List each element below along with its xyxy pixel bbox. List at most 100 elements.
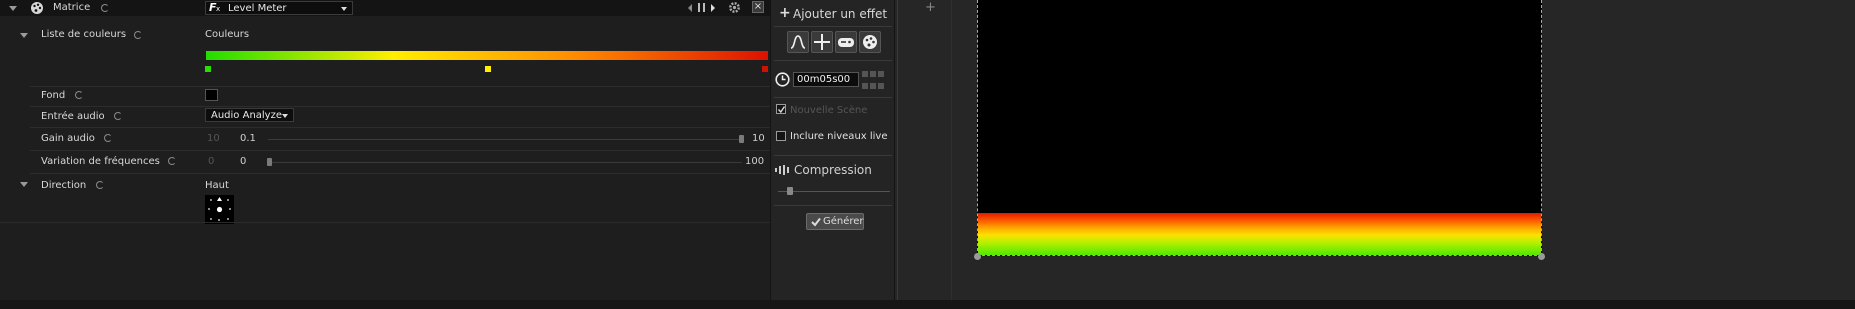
add-effect-button[interactable]: Ajouter un effet [793, 7, 887, 21]
prev-icon[interactable] [688, 4, 692, 12]
level-meter-bars [978, 213, 1541, 255]
gain-label: Gain audio [41, 133, 95, 144]
compression-label: Compression [794, 163, 872, 177]
reset-icon[interactable] [168, 157, 176, 165]
frequency-value[interactable]: 0 [240, 156, 246, 167]
colors-value-label: Couleurs [205, 29, 250, 40]
section-divider [774, 60, 892, 61]
collapse-direction-icon[interactable] [20, 182, 28, 187]
ruler-divider [951, 0, 952, 300]
new-scene-checkbox[interactable] [776, 104, 786, 114]
close-icon[interactable]: × [752, 1, 764, 13]
reset-icon[interactable] [101, 4, 109, 12]
effect-type-select[interactable]: Level Meter [205, 1, 353, 15]
direction-label: Direction [41, 180, 87, 191]
row-divider [30, 127, 770, 128]
resize-handle[interactable] [1538, 253, 1545, 260]
generate-label: Générer [823, 216, 864, 227]
gain-slider-knob[interactable] [739, 135, 744, 143]
direction-value: Haut [205, 180, 229, 191]
section-divider [774, 97, 892, 98]
color-gradient-bar[interactable] [206, 51, 768, 60]
gear-icon[interactable] [728, 1, 741, 14]
generate-button[interactable]: Générer [806, 213, 864, 230]
new-scene-label: Nouvelle Scène [790, 105, 868, 116]
checkmark-icon [811, 217, 821, 227]
effect-properties-panel: Matrice Level Meter F x × Liste de coule… [0, 0, 770, 300]
time-down-icon[interactable] [870, 83, 876, 89]
panel-border [770, 0, 771, 300]
checkmark-icon [777, 106, 786, 114]
play-icon[interactable] [711, 4, 715, 12]
section-divider [774, 205, 892, 206]
reset-icon[interactable] [75, 91, 83, 99]
time-down-icon[interactable] [862, 83, 868, 89]
include-live-label: Inclure niveaux live [790, 131, 888, 142]
duration-input[interactable]: 00m05s00 [793, 72, 859, 87]
collapse-colors-icon[interactable] [20, 33, 28, 38]
compression-icon [775, 165, 789, 175]
time-up-icon[interactable] [870, 71, 876, 77]
panel-divider [0, 222, 770, 223]
collapse-header-icon[interactable] [9, 6, 17, 11]
row-divider [30, 173, 770, 174]
audio-input-select[interactable]: Audio Analyze [205, 108, 294, 122]
preview-area: + [895, 0, 1855, 300]
reset-icon[interactable] [134, 31, 142, 39]
plus-icon[interactable]: + [779, 5, 791, 21]
panel-border [897, 0, 898, 300]
direction-picker[interactable] [205, 195, 234, 224]
gradient-stop-green[interactable] [205, 66, 211, 72]
effect-header: Matrice Level Meter F x × [0, 0, 770, 16]
wave-icon [790, 35, 806, 49]
fond-label: Fond [41, 90, 66, 101]
pause-icon-bar [703, 3, 705, 12]
effect-tools-panel: + Ajouter un effet 00m05s00 Nouvelle Scè… [770, 0, 895, 300]
row-divider [30, 106, 770, 107]
gain-value[interactable]: 0.1 [240, 133, 256, 144]
effect-type-value: Level Meter [228, 3, 287, 14]
compression-slider-knob[interactable] [787, 187, 793, 195]
gradient-stop-red[interactable] [762, 66, 768, 72]
resize-handle[interactable] [974, 253, 981, 260]
palette-icon [863, 35, 877, 49]
compression-slider-track[interactable] [778, 191, 890, 192]
gain-slider-track[interactable] [268, 139, 743, 140]
wave-effect-button[interactable] [787, 31, 809, 53]
effect-title: Matrice [53, 2, 91, 13]
row-divider [30, 86, 770, 87]
time-up-icon[interactable] [878, 71, 884, 77]
gamepad-icon [838, 38, 854, 47]
game-effect-button[interactable] [835, 31, 857, 53]
move-effect-button[interactable] [811, 31, 833, 53]
gradient-stop-yellow[interactable] [485, 66, 491, 72]
audio-input-label: Entrée audio [41, 111, 105, 122]
frequency-max: 100 [745, 156, 765, 167]
status-bar [0, 300, 1855, 309]
section-divider [774, 26, 892, 27]
gain-min: 10 [207, 133, 220, 144]
background-color-swatch[interactable] [205, 89, 218, 101]
time-up-icon[interactable] [862, 71, 868, 77]
clock-icon [775, 72, 790, 87]
move-icon [814, 34, 830, 50]
frequency-label: Variation de fréquences [41, 156, 160, 167]
frequency-slider-track[interactable] [268, 162, 742, 163]
duration-value: 00m05s00 [797, 74, 851, 85]
reset-icon[interactable] [104, 134, 112, 142]
frequency-min: 0 [208, 156, 215, 167]
gain-max: 10 [752, 133, 765, 144]
pause-icon[interactable] [698, 3, 700, 12]
reset-icon[interactable] [114, 112, 122, 120]
fx-icon-x: x [216, 5, 221, 13]
palette-effect-button[interactable] [859, 31, 881, 53]
preview-canvas[interactable] [977, 0, 1542, 256]
row-divider [30, 150, 770, 151]
section-divider [774, 155, 892, 156]
include-live-checkbox[interactable] [776, 131, 786, 141]
add-icon[interactable]: + [925, 0, 936, 15]
frequency-slider-knob[interactable] [267, 158, 272, 166]
reset-icon[interactable] [96, 181, 104, 189]
time-down-icon[interactable] [878, 83, 884, 89]
palette-icon [31, 2, 43, 14]
